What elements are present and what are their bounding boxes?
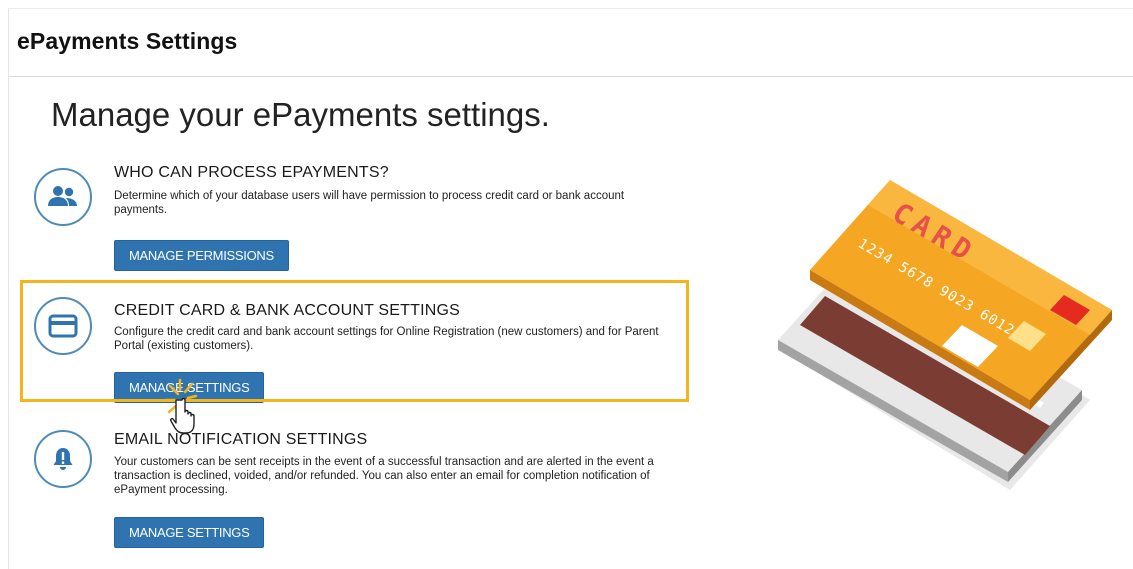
manage-card-settings-button[interactable]: MANAGE SETTINGS [114, 372, 265, 403]
card-icon-circle [34, 297, 92, 355]
manage-email-settings-button[interactable]: MANAGE SETTINGS [114, 517, 265, 548]
permissions-heading: WHO CAN PROCESS EPAYMENTS? [114, 164, 389, 181]
page-title: ePayments Settings [17, 28, 238, 54]
bell-icon [53, 448, 73, 470]
permissions-icon-circle [34, 168, 92, 226]
section-card-bank-settings: CREDIT CARD & BANK ACCOUNT SETTINGS Conf… [34, 295, 659, 405]
email-settings-description: Your customers can be sent receipts in t… [114, 456, 654, 496]
email-settings-heading: EMAIL NOTIFICATION SETTINGS [114, 431, 368, 448]
main-heading: Manage your ePayments settings. [51, 96, 550, 133]
bell-icon-circle [34, 430, 92, 488]
permissions-description: Determine which of your database users w… [114, 190, 625, 216]
users-icon [48, 186, 77, 206]
section-permissions: WHO CAN PROCESS EPAYMENTS? Determine whi… [34, 164, 654, 284]
manage-permissions-button[interactable]: MANAGE PERMISSIONS [114, 240, 289, 271]
section-email-notifications: EMAIL NOTIFICATION SETTINGS Your custome… [34, 425, 654, 555]
page-header: ePayments Settings [9, 9, 1133, 77]
credit-card-illustration: CARD 1234 5678 9023 6012 [778, 180, 1112, 490]
card-settings-description: Configure the credit card and bank accou… [114, 326, 659, 352]
credit-card-icon [48, 314, 78, 338]
card-settings-heading: CREDIT CARD & BANK ACCOUNT SETTINGS [114, 302, 461, 319]
